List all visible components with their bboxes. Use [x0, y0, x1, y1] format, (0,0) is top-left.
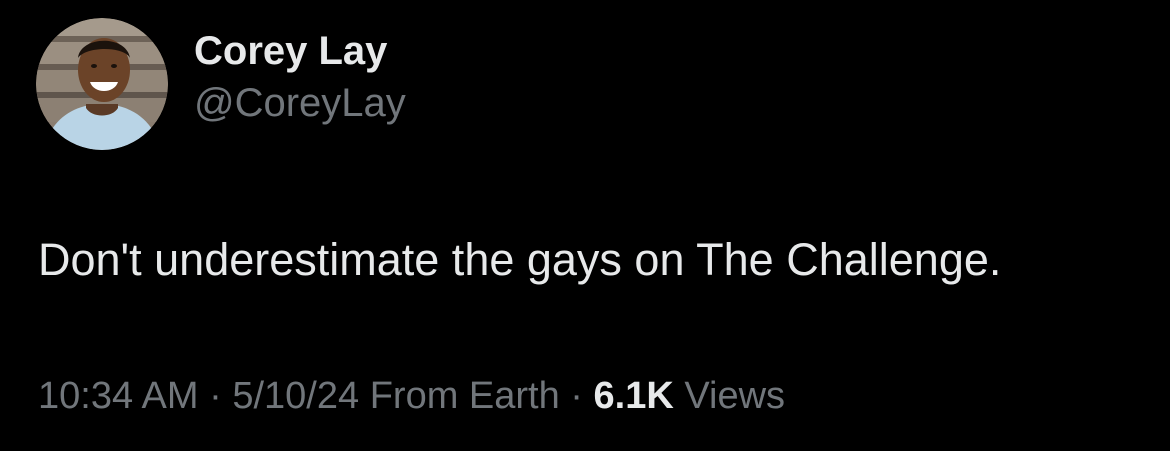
- tweet-card: Corey Lay @CoreyLay Don't underestimate …: [0, 0, 1170, 451]
- avatar[interactable]: [36, 18, 168, 150]
- tweet-time[interactable]: 10:34 AM: [38, 375, 199, 417]
- tweet-date[interactable]: 5/10/24: [232, 375, 359, 417]
- tweet-header: Corey Lay @CoreyLay: [36, 18, 406, 150]
- author-handle[interactable]: @CoreyLay: [194, 79, 406, 127]
- views-label: Views: [673, 375, 786, 417]
- tweet-source: From Earth: [359, 375, 560, 417]
- tweet-text: Don't underestimate the gays on The Chal…: [38, 234, 1002, 285]
- author-display-name[interactable]: Corey Lay: [194, 27, 406, 75]
- meta-separator: ·: [559, 375, 594, 417]
- author-identity: Corey Lay @CoreyLay: [194, 27, 406, 127]
- meta-separator: ·: [198, 375, 233, 417]
- avatar-image: [36, 18, 168, 150]
- tweet-metadata: 10:34 AM · 5/10/24 From Earth · 6.1K Vie…: [38, 372, 785, 420]
- views-count[interactable]: 6.1K: [594, 375, 674, 417]
